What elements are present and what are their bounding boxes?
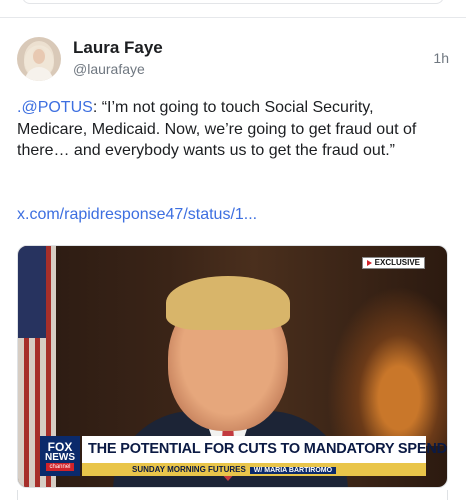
post-timestamp[interactable]: 1h xyxy=(433,50,449,66)
logo-line3: channel xyxy=(46,463,74,471)
previous-card-edge xyxy=(22,0,444,4)
avatar[interactable] xyxy=(17,37,61,81)
previous-post-edge xyxy=(0,0,466,18)
exclusive-label: EXCLUSIVE xyxy=(374,258,420,267)
show-name: SUNDAY MORNING FUTURES xyxy=(132,465,246,474)
video-thumbnail[interactable]: EXCLUSIVE FOX NEWS channel THE POTENTIAL… xyxy=(17,245,448,488)
flag-canton xyxy=(18,246,46,338)
news-chyron: FOX NEWS channel THE POTENTIAL FOR CUTS … xyxy=(40,436,447,476)
host-tag: W/ MARIA BARTIROMO xyxy=(249,467,337,474)
chyron-subline: SUNDAY MORNING FUTURES W/ MARIA BARTIROMO xyxy=(82,463,426,476)
logo-line2: NEWS xyxy=(45,452,75,463)
play-triangle-icon xyxy=(366,260,372,266)
mention-link[interactable]: .@POTUS xyxy=(17,99,93,116)
author-name[interactable]: Laura Faye xyxy=(73,38,163,58)
post-text: .@POTUS: “I’m not going to touch Social … xyxy=(17,97,447,162)
card-bottom-edge xyxy=(17,490,448,500)
post-card[interactable]: Laura Faye @laurafaye 1h .@POTUS: “I’m n… xyxy=(0,19,466,500)
speaker-hair xyxy=(166,276,290,330)
external-link[interactable]: x.com/rapidresponse47/status/1... xyxy=(17,206,257,224)
author-handle[interactable]: @laurafaye xyxy=(73,61,145,77)
chyron-headline: THE POTENTIAL FOR CUTS TO MANDATORY SPEN… xyxy=(82,436,447,463)
fireplace-glow xyxy=(327,286,447,446)
avatar-face xyxy=(33,49,45,64)
exclusive-badge: EXCLUSIVE xyxy=(361,257,425,269)
fox-news-logo: FOX NEWS channel xyxy=(40,436,80,476)
